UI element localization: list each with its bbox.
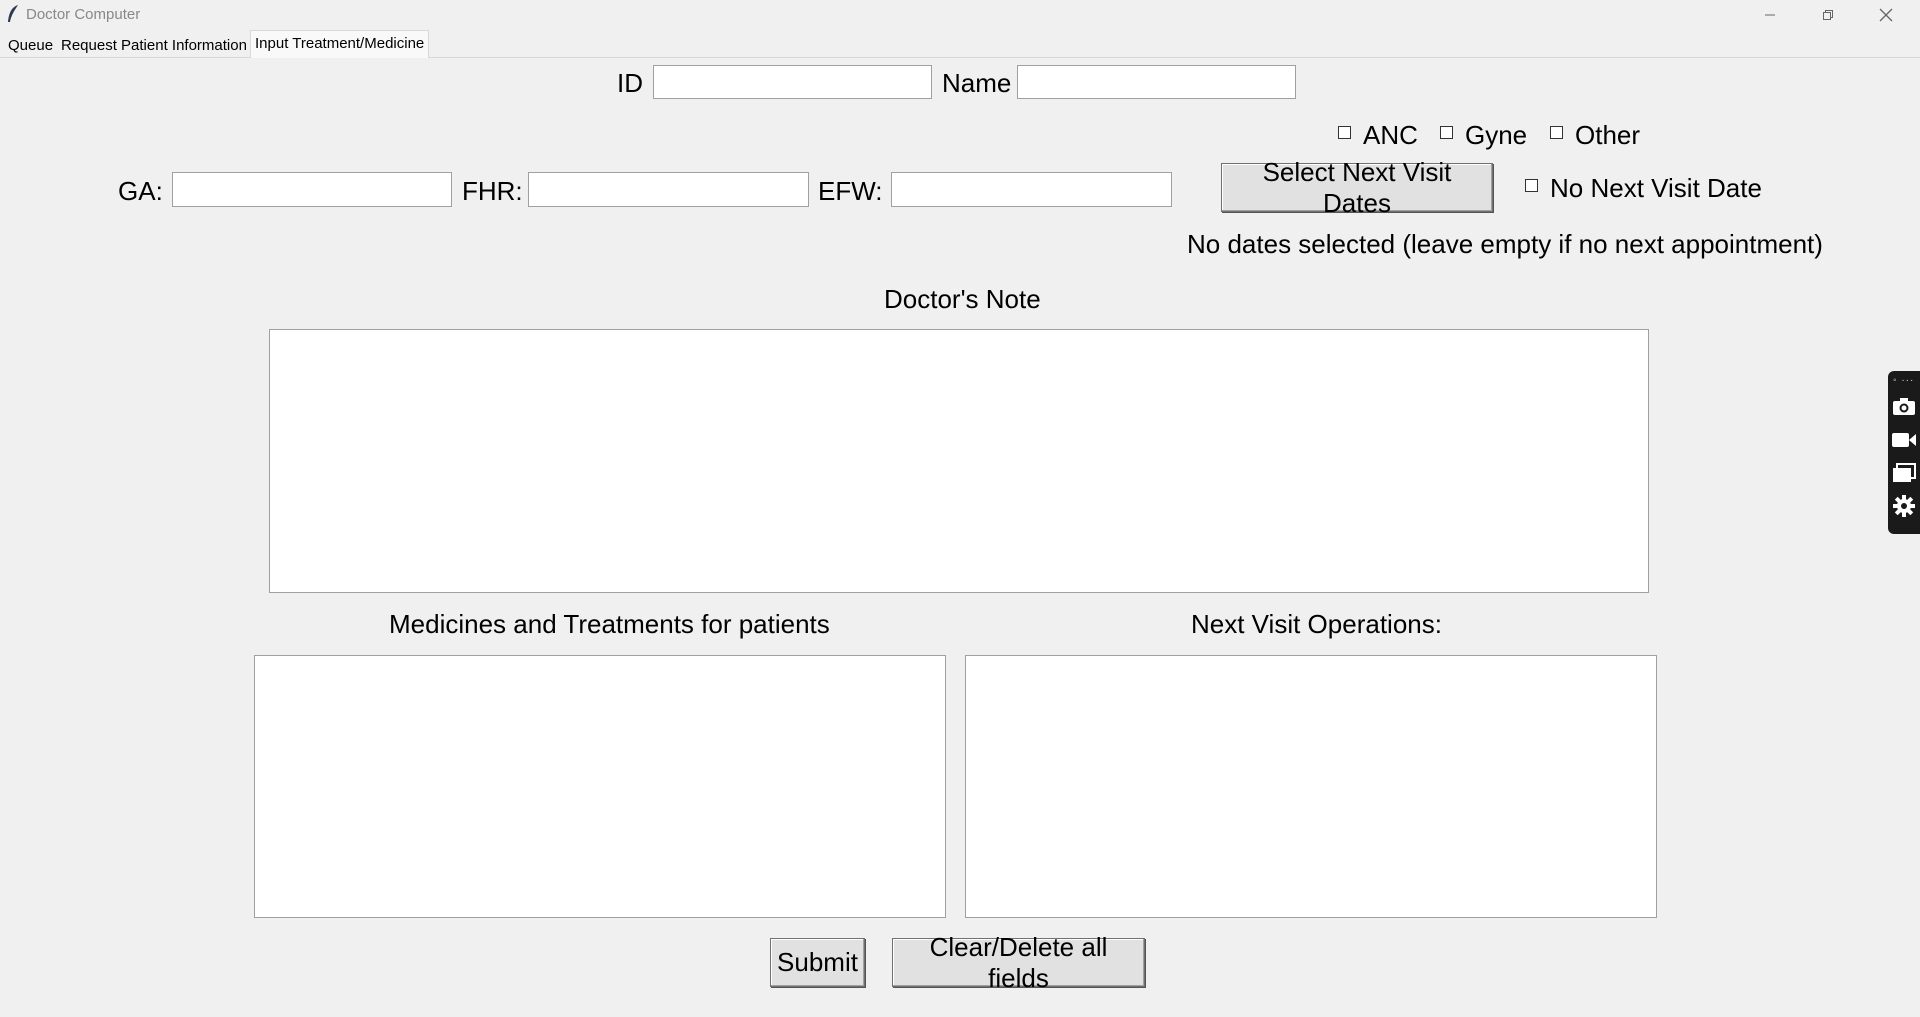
doctors-note-label: Doctor's Note xyxy=(884,284,1041,314)
minimize-button[interactable] xyxy=(1741,0,1799,29)
medicines-textarea[interactable] xyxy=(254,655,946,918)
screenshot-button[interactable] xyxy=(1891,393,1917,419)
gyne-checkbox-label: Gyne xyxy=(1465,120,1528,150)
restore-icon xyxy=(1823,9,1833,20)
checkbox-box[interactable] xyxy=(1550,125,1563,139)
window-capture-button[interactable] xyxy=(1891,460,1917,486)
minimize-icon xyxy=(1765,14,1775,15)
ga-label: GA: xyxy=(118,176,163,206)
name-input[interactable] xyxy=(1017,65,1296,99)
efw-label: EFW: xyxy=(818,176,883,206)
checkbox-box[interactable] xyxy=(1338,125,1351,139)
ga-input[interactable] xyxy=(172,172,452,207)
camera-icon xyxy=(1893,398,1915,415)
checkbox-box[interactable] xyxy=(1525,178,1538,192)
fhr-input[interactable] xyxy=(528,172,809,207)
next-visit-operations-label: Next Visit Operations: xyxy=(1191,609,1442,639)
name-label: Name xyxy=(942,68,1012,98)
id-input[interactable] xyxy=(653,65,932,99)
window-icon xyxy=(1893,463,1916,482)
submit-button[interactable]: Submit xyxy=(770,938,865,987)
clear-all-fields-button[interactable]: Clear/Delete all fields xyxy=(892,932,1145,993)
close-icon xyxy=(1879,8,1893,21)
other-checkbox-label: Other xyxy=(1575,120,1641,150)
tab-queue[interactable]: Queue xyxy=(4,34,57,57)
doctors-note-textarea[interactable] xyxy=(269,329,1649,593)
anc-checkbox-label: ANC xyxy=(1363,120,1418,150)
restore-button[interactable] xyxy=(1799,0,1857,29)
medicines-label: Medicines and Treatments for patients xyxy=(389,609,830,639)
gyne-checkbox[interactable]: Gyne xyxy=(1440,120,1527,150)
window-title: Doctor Computer xyxy=(26,6,141,23)
video-icon xyxy=(1892,433,1916,447)
title-bar xyxy=(0,0,1920,29)
fhr-label: FHR: xyxy=(462,176,523,206)
id-label: ID xyxy=(617,68,643,98)
record-button[interactable] xyxy=(1891,427,1917,453)
feather-icon xyxy=(8,5,18,22)
anc-checkbox[interactable]: ANC xyxy=(1338,120,1418,150)
drag-handle[interactable]: ◦ ··· xyxy=(1893,376,1914,386)
select-next-visit-dates-button[interactable]: Select Next Visit Dates xyxy=(1221,157,1493,218)
dates-status-text: No dates selected (leave empty if no nex… xyxy=(1187,229,1823,259)
efw-input[interactable] xyxy=(891,172,1172,207)
no-next-visit-date-label: No Next Visit Date xyxy=(1550,173,1762,203)
tab-input-treatment-medicine[interactable]: Input Treatment/Medicine xyxy=(250,30,430,58)
settings-button[interactable] xyxy=(1891,493,1917,519)
gear-icon xyxy=(1893,495,1915,517)
close-button[interactable] xyxy=(1857,0,1915,29)
tab-request-patient-information[interactable]: Request Patient Information xyxy=(57,34,251,57)
other-checkbox[interactable]: Other xyxy=(1550,120,1640,150)
next-visit-operations-textarea[interactable] xyxy=(965,655,1657,918)
checkbox-box[interactable] xyxy=(1440,125,1453,139)
no-next-visit-date-checkbox[interactable]: No Next Visit Date xyxy=(1525,173,1762,203)
